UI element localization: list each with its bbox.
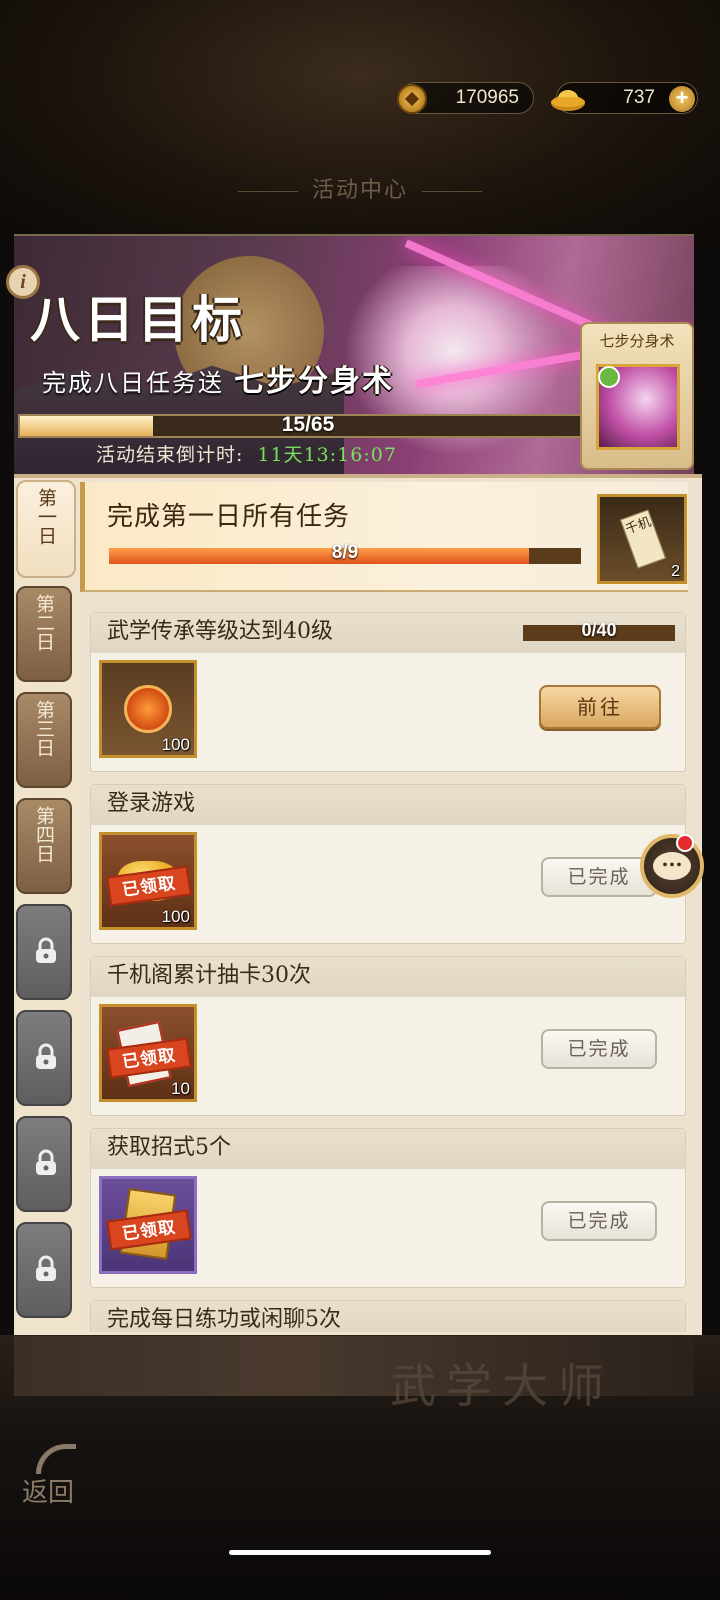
coin-counter: 170965 — [397, 82, 534, 114]
chat-button[interactable]: ... — [640, 834, 704, 898]
task-progress-text: 0/40 — [581, 620, 617, 640]
coin-icon — [397, 84, 427, 114]
completed-button[interactable]: 已完成 — [541, 1201, 657, 1241]
countdown-label: 活动结束倒计时: — [96, 444, 244, 466]
task-card: 获取招式5个 已领取 已完成 — [90, 1128, 686, 1288]
task-title: 获取招式5个 — [91, 1129, 685, 1169]
lock-icon — [36, 1043, 56, 1069]
banner-subtitle-text: 完成八日任务送 — [42, 369, 224, 397]
event-progress-bar: 15/65 — [18, 413, 598, 438]
event-progress-text: 15/65 — [281, 413, 335, 436]
reward-count: 10 — [171, 1079, 190, 1098]
reward-count: 100 — [161, 735, 190, 754]
task-progress-bar: 0/40 — [523, 620, 675, 641]
reward-item[interactable]: 已领取 — [99, 1176, 197, 1274]
gold-ingot-icon — [551, 90, 585, 111]
task-card: 完成每日练功或闲聊5次 — [90, 1300, 686, 1332]
day-goal-progress-text: 8/9 — [331, 542, 359, 563]
reward-count: 100 — [161, 907, 190, 926]
final-reward-label: 七步分身术 — [599, 332, 675, 350]
task-title: 千机阁累计抽卡30次 — [91, 957, 685, 997]
reward-item[interactable]: 已领取 100 — [99, 832, 197, 930]
back-label: 返回 — [22, 1478, 75, 1508]
add-currency-button[interactable]: + — [669, 86, 695, 112]
section-title: 活动中心 — [0, 172, 720, 204]
day-goal-reward-item[interactable]: 千机 2 — [597, 494, 687, 584]
back-arrow-icon — [36, 1444, 76, 1474]
banner-title: 八日目标 — [30, 290, 246, 349]
tab-day-8-locked[interactable] — [16, 1222, 72, 1318]
skill-badge-icon — [598, 366, 620, 388]
scroll-ticket-icon: 千机 — [620, 509, 666, 569]
tab-day-1[interactable]: 第一日 — [16, 480, 76, 578]
martial-medal-icon — [124, 685, 172, 733]
day-goal-reward-count: 2 — [671, 563, 680, 580]
tab-day-4[interactable]: 第四日 — [16, 798, 72, 894]
home-indicator[interactable] — [229, 1550, 491, 1555]
ingot-amount: 737 — [623, 87, 655, 108]
go-button[interactable]: 前往 — [539, 685, 661, 729]
day-goal-title: 完成第一日所有任务 — [107, 502, 351, 532]
task-title: 完成每日练功或闲聊5次 — [91, 1301, 685, 1332]
notification-dot — [676, 834, 694, 852]
task-title: 登录游戏 — [91, 785, 685, 825]
tab-day-6-locked[interactable] — [16, 1010, 72, 1106]
banner-subtitle: 完成八日任务送 七步分身术 — [42, 356, 394, 400]
countdown-value: 11天13:16:07 — [257, 444, 397, 466]
back-button[interactable]: 返回 — [22, 1440, 88, 1510]
tab-day-2-label: 第二日 — [33, 594, 55, 651]
completed-button[interactable]: 已完成 — [541, 1029, 657, 1069]
final-reward-card[interactable]: 七步分身术 — [580, 322, 694, 470]
claimed-stamp: 已领取 — [106, 1209, 192, 1251]
task-list[interactable]: 完成第一日所有任务 8/9 千机 2 武学传承等级达到40级 0/40 100 … — [80, 480, 702, 1332]
chat-bubble-icon: ... — [653, 849, 691, 880]
task-card: 武学传承等级达到40级 0/40 100 前往 — [90, 612, 686, 772]
countdown: 活动结束倒计时: 11天13:16:07 — [96, 440, 397, 467]
tab-day-3-label: 第三日 — [33, 700, 55, 757]
task-card: 登录游戏 已领取 100 已完成 — [90, 784, 686, 944]
day-goal-progress-bar: 8/9 — [109, 542, 581, 564]
coin-amount: 170965 — [455, 87, 519, 108]
task-card: 千机阁累计抽卡30次 已领取 10 已完成 — [90, 956, 686, 1116]
tab-day-1-label: 第一日 — [35, 488, 57, 545]
reward-item[interactable]: 100 — [99, 660, 197, 758]
reward-item[interactable]: 已领取 10 — [99, 1004, 197, 1102]
footer-title: 武学大师 — [390, 1359, 614, 1413]
tab-day-3[interactable]: 第三日 — [16, 692, 72, 788]
tab-day-4-label: 第四日 — [33, 806, 55, 863]
lock-icon — [36, 937, 56, 963]
lock-icon — [36, 1149, 56, 1175]
tab-day-2[interactable]: 第二日 — [16, 586, 72, 682]
ingot-counter: 737 + — [551, 82, 698, 114]
lock-icon — [36, 1255, 56, 1281]
day-goal-header: 完成第一日所有任务 8/9 千机 2 — [80, 482, 688, 592]
tab-day-5-locked[interactable] — [16, 904, 72, 1000]
tab-day-7-locked[interactable] — [16, 1116, 72, 1212]
top-background — [0, 0, 720, 245]
banner-reward-name: 七步分身术 — [234, 364, 394, 399]
